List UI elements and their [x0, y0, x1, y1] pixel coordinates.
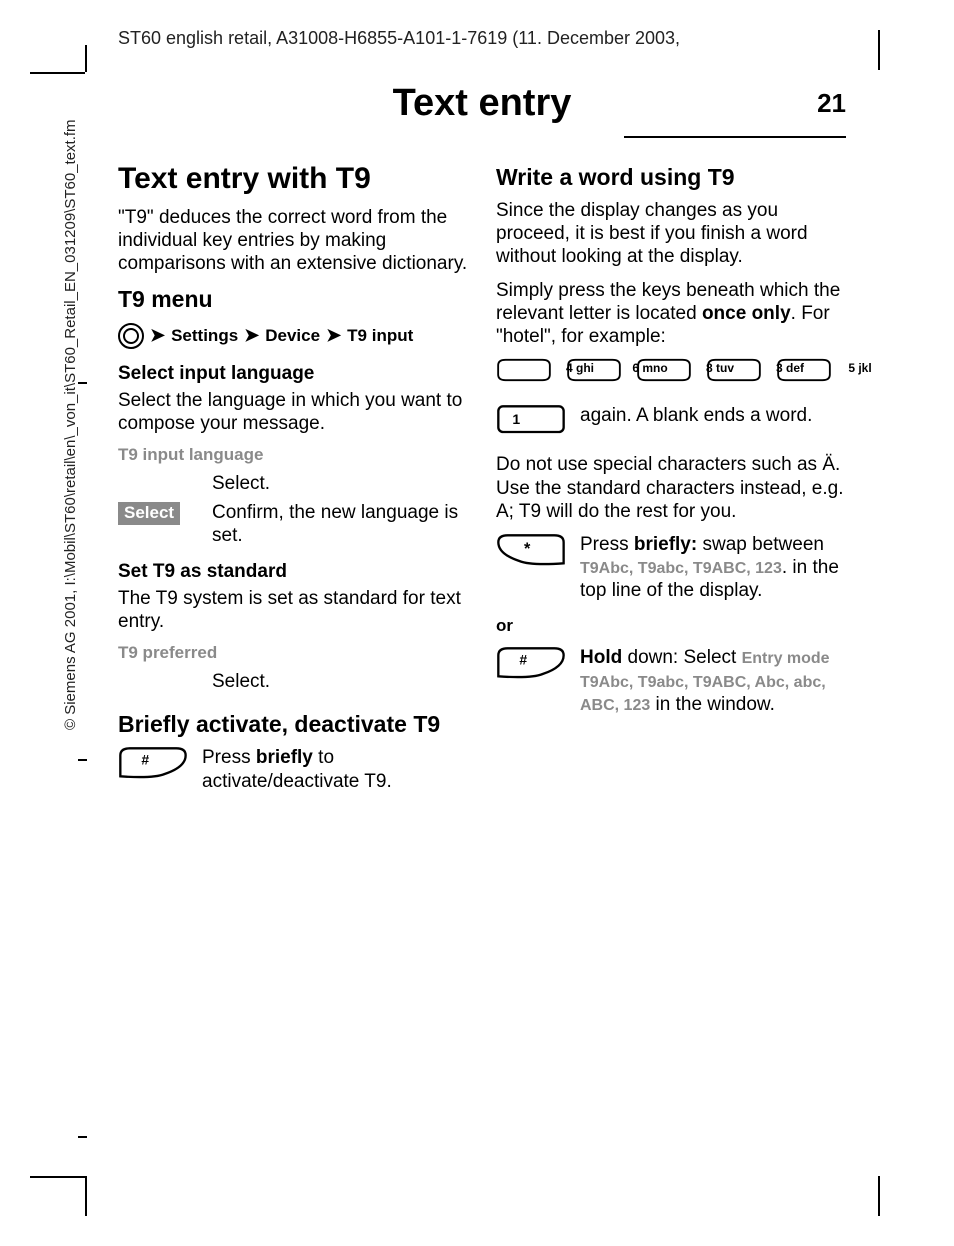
set-standard-paragraph: The T9 system is set as standard for tex…: [118, 587, 468, 633]
page-number: 21: [817, 88, 846, 119]
special-chars-paragraph: Do not use special characters such as Ä.…: [496, 453, 846, 523]
intro-paragraph: "T9" deduces the correct word from the i…: [118, 206, 468, 276]
key-4ghi: 4 ghi: [496, 358, 552, 382]
heading-write-word: Write a word using T9: [496, 164, 846, 191]
svg-text:#: #: [141, 752, 149, 768]
heading-briefly-activate: Briefly activate, deactivate T9: [118, 711, 468, 738]
menu-device: Device: [265, 326, 320, 346]
page-title-underline: [624, 136, 846, 138]
sidebar-ruler: [78, 382, 80, 1138]
left-column: Text entry with T9 "T9" deduces the corr…: [118, 162, 468, 807]
arrow-icon: ➤: [326, 325, 341, 346]
svg-text:*: *: [524, 540, 531, 558]
page-header: Text entry 21: [118, 82, 846, 138]
key-3def: 3 def: [706, 358, 762, 382]
key-5jkl: 5 jkl: [776, 358, 832, 382]
label-t9-input-language: T9 input language: [118, 445, 263, 466]
hash-key-hold-text: Hold down: Select Entry mode T9Abc, T9ab…: [580, 646, 846, 716]
navigation-key-icon: [118, 323, 144, 349]
page-title: Text entry: [393, 82, 572, 125]
text-blank-ends-word: again. A blank ends a word.: [580, 404, 846, 427]
write-word-p1: Since the display changes as you proceed…: [496, 199, 846, 269]
star-key-text: Press briefly: swap between T9Abc, T9abc…: [580, 533, 846, 603]
menu-t9-input: T9 input: [347, 326, 413, 346]
arrow-icon: ➤: [244, 325, 259, 346]
page-content: Text entry 21 Text entry with T9 "T9" de…: [118, 82, 846, 807]
label-t9-preferred: T9 preferred: [118, 643, 217, 664]
arrow-icon: ➤: [150, 325, 165, 346]
hash-key-icon: #: [118, 746, 188, 784]
heading-t9-menu: T9 menu: [118, 286, 468, 313]
heading-select-input-language: Select input language: [118, 363, 468, 385]
text-select: Select.: [212, 472, 270, 495]
key-8tuv: 8 tuv: [636, 358, 692, 382]
select-language-paragraph: Select the language in which you want to…: [118, 389, 468, 435]
text-select-2: Select.: [212, 670, 270, 693]
key-sequence: 4 ghi 6 mno 8 tuv 3 def 5 jkl: [496, 358, 846, 382]
or-label: or: [496, 616, 846, 636]
briefly-activate-text: Press briefly to activate/deactivate T9.: [202, 746, 468, 792]
key-1-icon: 1: [496, 404, 566, 439]
right-column: Write a word using T9 Since the display …: [496, 162, 846, 807]
write-word-p2: Simply press the keys beneath which the …: [496, 279, 846, 349]
heading-text-entry-t9: Text entry with T9: [118, 162, 468, 196]
heading-set-t9-standard: Set T9 as standard: [118, 561, 468, 583]
softkey-select: Select: [118, 502, 180, 525]
star-key-icon: *: [496, 533, 566, 571]
menu-settings: Settings: [171, 326, 238, 346]
menu-path: ➤ Settings ➤ Device ➤ T9 input: [118, 323, 468, 349]
key-6mno: 6 mno: [566, 358, 622, 382]
sidebar-file-path: © Siemens AG 2001, I:\Mobil\ST60\retail\…: [62, 0, 79, 730]
svg-text:#: #: [519, 652, 527, 668]
hash-key-icon-2: #: [496, 646, 566, 684]
svg-text:1: 1: [512, 411, 520, 427]
text-confirm-language: Confirm, the new language is set.: [212, 501, 468, 547]
document-header: ST60 english retail, A31008-H6855-A101-1…: [118, 28, 680, 49]
